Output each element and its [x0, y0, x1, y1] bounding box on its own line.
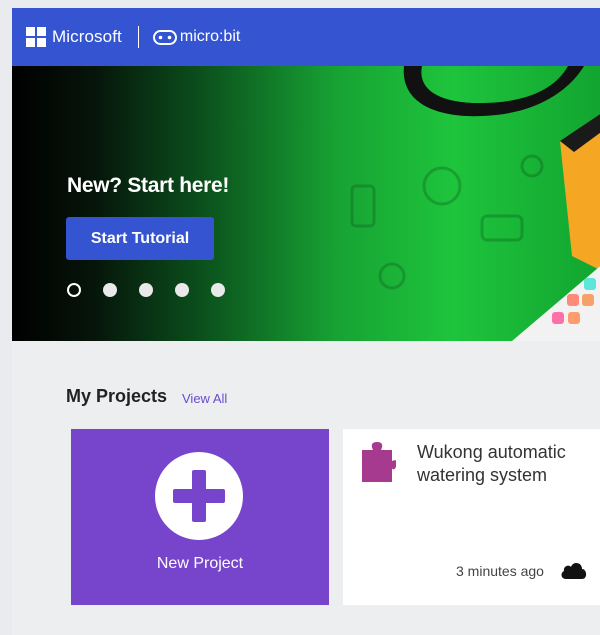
my-projects-section: My Projects View All New Project Wukong … — [12, 341, 600, 635]
carousel-dot-5[interactable] — [211, 283, 225, 297]
section-title: My Projects — [66, 386, 168, 406]
new-project-card[interactable]: New Project — [71, 429, 329, 605]
microsoft-logo-icon — [26, 27, 46, 47]
carousel-dot-1[interactable] — [67, 283, 81, 297]
project-name: Wukong automatic watering system — [417, 442, 566, 485]
cloud-icon — [561, 563, 587, 579]
project-card[interactable]: Wukong automatic watering system 3 minut… — [343, 429, 600, 605]
puzzle-icon — [362, 442, 396, 482]
top-bar: Microsoft micro:bit — [12, 8, 600, 66]
microbit-logo[interactable]: micro:bit — [152, 28, 241, 46]
microbit-logo-icon — [152, 29, 177, 45]
carousel-dot-3[interactable] — [139, 283, 153, 297]
carousel-dot-2[interactable] — [103, 283, 117, 297]
microbit-product-name: micro:bit — [179, 28, 241, 45]
carousel-dot-4[interactable] — [175, 283, 189, 297]
plus-icon — [155, 452, 243, 540]
hero-background-art — [350, 66, 600, 341]
carousel-dots — [67, 283, 225, 297]
microsoft-brand: Microsoft — [52, 27, 122, 46]
view-all-link[interactable]: View All — [182, 391, 227, 406]
new-project-label: New Project — [156, 555, 244, 572]
header-divider — [137, 26, 139, 48]
project-timestamp: 3 minutes ago — [456, 563, 544, 579]
hero-carousel: New? Start here! Start Tutorial — [12, 66, 600, 341]
start-tutorial-button[interactable]: Start Tutorial — [66, 217, 214, 260]
hero-title: New? Start here! — [67, 174, 230, 197]
editor-home: Microsoft micro:bit New? Start here! Sta… — [12, 8, 600, 635]
